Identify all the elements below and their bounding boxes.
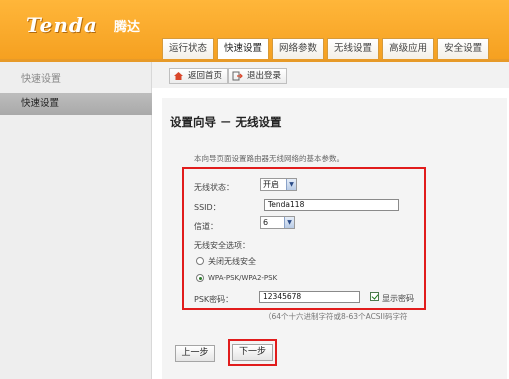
- logout-button[interactable]: 退出登录: [228, 68, 288, 84]
- tab-advanced[interactable]: 高级应用: [382, 38, 435, 60]
- brand-logo: Tenda: [26, 13, 98, 37]
- tab-network[interactable]: 网络参数: [272, 38, 325, 60]
- channel-select[interactable]: 6 ▼: [260, 216, 295, 229]
- channel-label: 信道：: [194, 222, 218, 231]
- wireless-status-value: 开启: [263, 180, 279, 189]
- security-wpa-radio[interactable]: [196, 274, 204, 282]
- tab-status[interactable]: 运行状态: [162, 38, 215, 60]
- sidebar: 快速设置 快速设置: [0, 62, 152, 379]
- tab-quick-setup[interactable]: 快速设置: [217, 38, 270, 61]
- security-off-label: 关闭无线安全: [208, 257, 256, 266]
- chevron-down-icon: ▼: [284, 217, 294, 228]
- security-off-radio[interactable]: [196, 257, 204, 265]
- sidebar-item-quick-setup[interactable]: 快速设置: [0, 93, 152, 115]
- header-bar: Tenda 腾达 运行状态 快速设置 网络参数 无线设置 高级应用 安全设置: [0, 0, 509, 61]
- security-wpa-label: WPA-PSK/WPA2-PSK: [208, 274, 278, 282]
- psk-input[interactable]: 12345678: [259, 291, 360, 303]
- security-label: 无线安全选项：: [194, 241, 250, 250]
- prev-button[interactable]: 上一步: [175, 345, 215, 362]
- next-button[interactable]: 下一步: [232, 344, 273, 361]
- logout-icon: [232, 71, 243, 81]
- chevron-down-icon: ▼: [286, 179, 296, 190]
- psk-hint: （64个十六进制字符或8-63个ACSII码字符: [264, 312, 408, 321]
- wireless-status-select[interactable]: 开启 ▼: [260, 178, 297, 191]
- psk-label: PSK密码：: [194, 295, 234, 304]
- show-password-checkbox[interactable]: [370, 292, 379, 301]
- home-button-label: 返回首页: [188, 71, 223, 81]
- channel-value: 6: [263, 218, 269, 227]
- tab-wireless[interactable]: 无线设置: [327, 38, 380, 60]
- page-title: 设置向导 － 无线设置: [170, 115, 282, 129]
- main-tabs: 运行状态 快速设置 网络参数 无线设置 高级应用 安全设置: [162, 38, 492, 61]
- page-description: 本向导页面设置路由器无线网络的基本参数。: [194, 154, 344, 163]
- ssid-label: SSID：: [194, 203, 221, 212]
- tab-security[interactable]: 安全设置: [437, 38, 490, 60]
- home-button[interactable]: 返回首页: [169, 68, 229, 84]
- brand-logo-cn: 腾达: [114, 20, 141, 35]
- wireless-status-label: 无线状态：: [194, 183, 234, 192]
- show-password-label: 显示密码: [382, 294, 414, 303]
- logout-button-label: 退出登录: [247, 71, 282, 81]
- sidebar-title: 快速设置: [21, 74, 61, 85]
- toolbar: 返回首页 退出登录: [152, 62, 509, 88]
- home-icon: [174, 72, 183, 80]
- ssid-input[interactable]: Tenda118: [264, 199, 399, 211]
